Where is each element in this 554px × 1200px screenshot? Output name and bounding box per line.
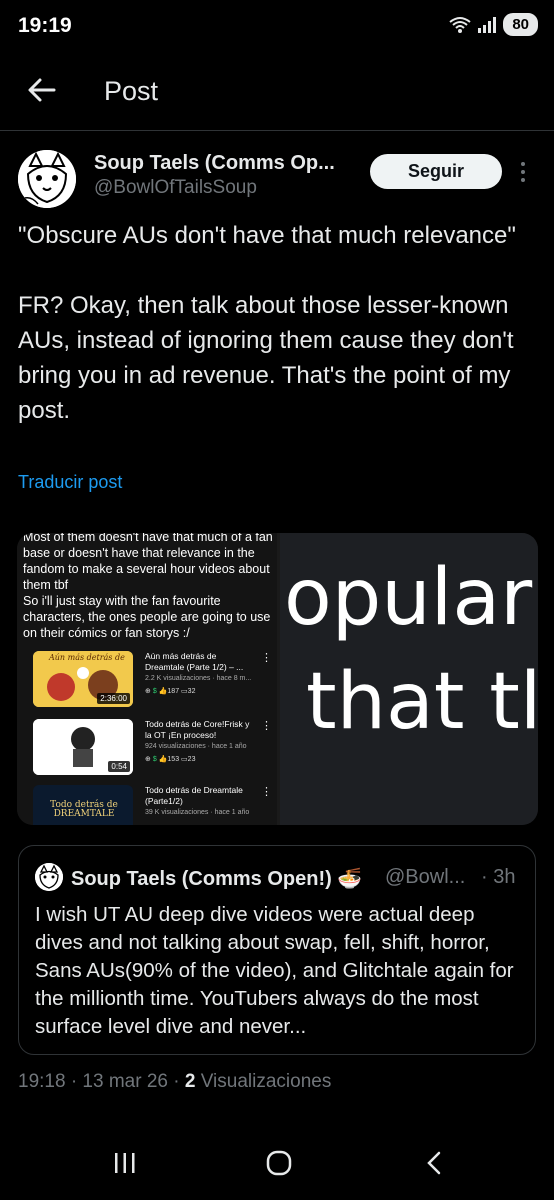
recents-nav-icon[interactable] (112, 1150, 138, 1176)
quoted-post-time: · 3h (481, 866, 516, 888)
signal-icon (478, 16, 497, 33)
dollar-icon: $ (152, 688, 157, 695)
author-handle[interactable]: @BowlOfTailsSoup (94, 177, 257, 199)
video-duration: 0:54 (108, 761, 130, 772)
quoted-post[interactable]: Soup Taels (Comms Open!) 🍜 @Bowl... · 3h… (18, 845, 536, 1055)
globe-icon: ⊕ (145, 756, 151, 763)
follow-button[interactable]: Seguir (370, 154, 502, 189)
comment-icon: ▭ (181, 688, 188, 695)
video-menu-icon: ⋮ (261, 786, 272, 798)
quoted-post-text: I wish UT AU deep dive videos were actua… (35, 903, 514, 1038)
author-name[interactable]: Soup Taels (Comms Op... (94, 152, 335, 175)
video-title: Todo detrás de Core!Frisk y la OT ¡En pr… (145, 719, 250, 740)
media-image-right[interactable]: opular that tl (280, 533, 538, 825)
zoomed-text-line1: opular (284, 553, 533, 643)
battery-indicator: 80 (503, 13, 538, 36)
quoted-author-handle: @Bowl... (385, 866, 466, 888)
video-thumbnail: Aún más detrás de 2:36:00 (33, 651, 133, 707)
like-count: 187 (167, 688, 180, 695)
video-menu-icon: ⋮ (261, 720, 272, 732)
globe-icon: ⊕ (145, 688, 151, 695)
video-meta: 924 visualizaciones · hace 1 año (145, 743, 247, 750)
quoted-author-name: Soup Taels (Comms Open!) 🍜 (71, 868, 363, 890)
thumbnail-caption: Aún más detrás de (49, 653, 125, 662)
video-stats: ⊕ $ 👍153 ▭23 (145, 755, 195, 763)
back-nav-icon[interactable] (424, 1150, 444, 1176)
post-metadata: 19:18 · 13 mar 26 · 2 Visualizaciones (18, 1071, 331, 1093)
avatar[interactable] (18, 150, 76, 208)
translate-post-link[interactable]: Traducir post (18, 472, 122, 493)
video-title: Aún más detrás de Dreamtale (Parte 1/2) … (145, 651, 244, 672)
video-thumbnail: 0:54 (33, 719, 133, 775)
wifi-icon (449, 16, 471, 33)
views-count: 2 (184, 1071, 196, 1092)
video-duration: 2:36:00 (97, 693, 130, 704)
back-arrow-icon[interactable] (26, 74, 58, 106)
zoomed-text-line2: that tl (306, 657, 538, 747)
quoted-avatar (35, 863, 63, 891)
video-title: Todo detrás de Dreamtale (Parte1/2) (145, 785, 243, 806)
header-divider (0, 130, 554, 131)
status-time: 19:19 (18, 14, 72, 37)
dollar-icon: $ (152, 756, 157, 763)
video-meta: 2.2 K visualizaciones · hace 8 m... (145, 675, 252, 682)
fox-avatar-icon (35, 863, 63, 891)
comment-count: 23 (187, 756, 196, 763)
page-title: Post (104, 76, 159, 106)
post-timestamp: 19:18 · 13 mar 26 · (18, 1071, 185, 1092)
home-nav-icon[interactable] (266, 1150, 292, 1176)
video-thumbnail: Todo detrás de DREAMTALE (33, 785, 133, 825)
more-options-icon[interactable] (518, 160, 528, 184)
video-meta: 39 K visualizaciones · hace 1 año (145, 809, 250, 816)
video-stats: ⊕ $ 👍187 ▭32 (145, 687, 195, 695)
media-image-left[interactable]: Most of them doesn't have that much of a… (17, 533, 277, 825)
thumbnail-caption: Todo detrás de DREAMTALE (50, 800, 118, 819)
post-text: "Obscure AUs don't have that much releva… (18, 222, 516, 424)
screenshot-comment-text: Most of them doesn't have that much of a… (23, 533, 273, 640)
views-label: Visualizaciones (195, 1071, 332, 1092)
comment-icon: ▭ (181, 756, 188, 763)
status-icons: 80 (449, 13, 538, 36)
fox-avatar-icon (18, 150, 76, 208)
comment-count: 32 (187, 688, 196, 695)
video-menu-icon: ⋮ (261, 652, 272, 664)
post-media[interactable]: Most of them doesn't have that much of a… (17, 533, 538, 825)
like-count: 153 (167, 756, 180, 763)
